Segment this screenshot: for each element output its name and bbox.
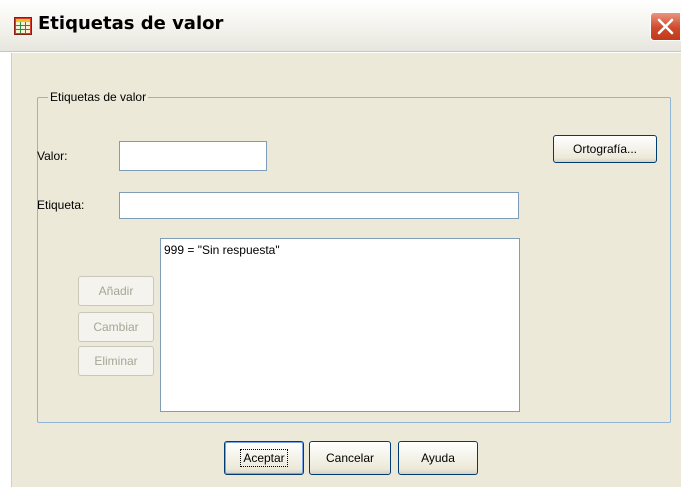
help-button[interactable]: Ayuda (398, 441, 478, 475)
ok-button-label: Aceptar (240, 449, 288, 467)
dialog-body: Etiquetas de valor Valor: Etiqueta: Orto… (11, 53, 681, 487)
etiqueta-label: Etiqueta: (37, 198, 85, 212)
etiqueta-input[interactable] (119, 192, 519, 219)
close-icon (657, 18, 674, 35)
add-button-label: Añadir (98, 284, 134, 298)
spelling-button[interactable]: Ortografía... (553, 135, 657, 163)
value-labels-dialog: Etiquetas de valor Etiquetas de valor Va… (0, 0, 681, 487)
help-button-label: Ayuda (421, 451, 455, 465)
valor-label: Valor: (37, 149, 68, 163)
value-labels-list[interactable]: 999 = "Sin respuesta" (160, 238, 520, 412)
group-legend: Etiquetas de valor (48, 90, 149, 104)
add-button[interactable]: Añadir (78, 276, 154, 306)
list-item[interactable]: 999 = "Sin respuesta" (164, 243, 516, 257)
title-bar[interactable]: Etiquetas de valor (0, 0, 681, 52)
window-title: Etiquetas de valor (38, 13, 224, 34)
change-button[interactable]: Cambiar (78, 312, 154, 342)
table-grid-icon (14, 17, 32, 35)
cancel-button-label: Cancelar (325, 451, 375, 465)
valor-input[interactable] (119, 141, 267, 171)
close-button[interactable] (650, 12, 681, 41)
change-button-label: Cambiar (93, 320, 139, 334)
cancel-button[interactable]: Cancelar (309, 441, 391, 475)
ok-button[interactable]: Aceptar (224, 441, 304, 475)
spelling-button-label: Ortografía... (572, 142, 638, 156)
remove-button-label: Eliminar (94, 354, 138, 368)
remove-button[interactable]: Eliminar (78, 346, 154, 376)
